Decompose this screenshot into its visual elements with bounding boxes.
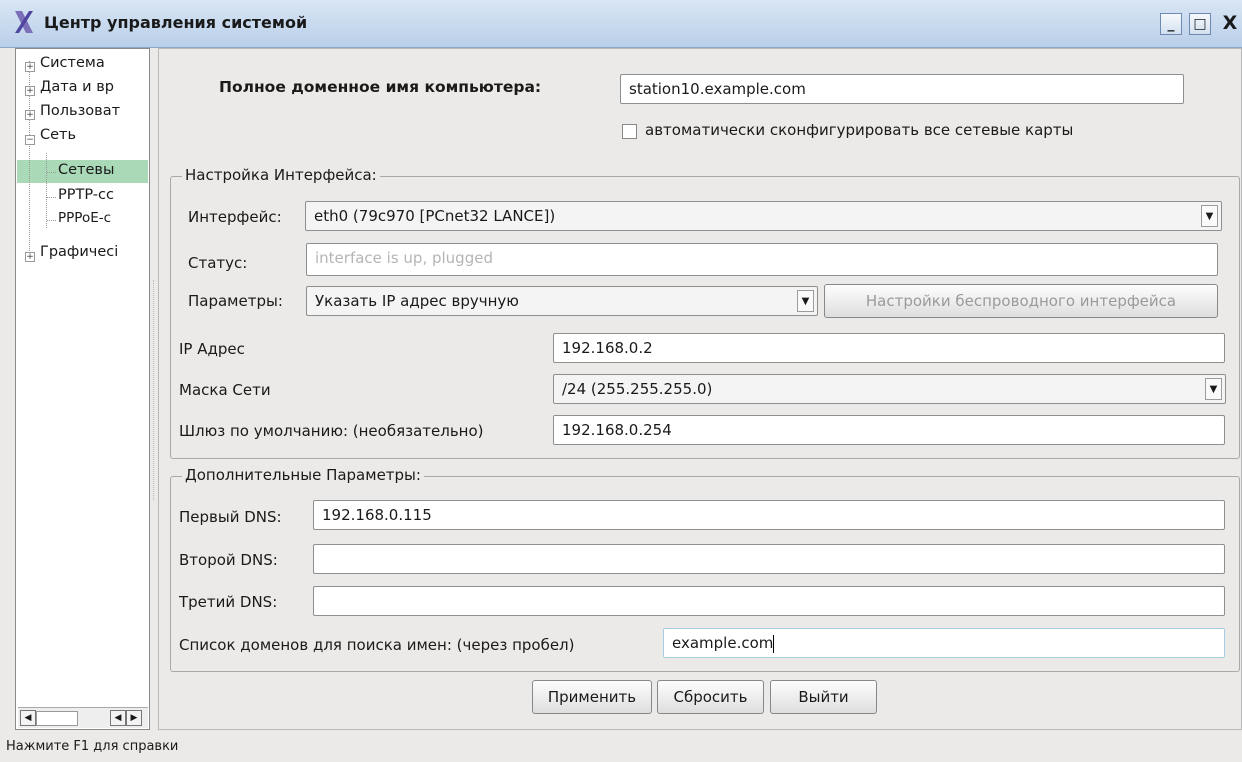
tree-item-users[interactable]: Пользоват: [40, 103, 120, 119]
tree-horizontal-scrollbar[interactable]: ◀ ◀ ▶: [18, 707, 148, 728]
ip-label: IP Адрес: [179, 340, 245, 358]
arrow-left-icon[interactable]: ◀: [20, 710, 36, 726]
minimize-button[interactable]: _: [1160, 13, 1182, 35]
mask-select-value: /24 (255.255.255.0): [562, 380, 713, 398]
text-caret: [773, 634, 775, 653]
tree-item-sistema[interactable]: Система: [40, 55, 105, 71]
tree-connector: [47, 220, 56, 221]
tree-item-date-time[interactable]: Дата и вр: [40, 79, 114, 95]
search-domains-value: example.com: [672, 634, 774, 652]
mask-select[interactable]: /24 (255.255.255.0) ▼: [553, 374, 1226, 404]
tree-item-pppoe[interactable]: PPPoE-с: [58, 210, 111, 226]
interface-label: Интерфейс:: [188, 208, 282, 226]
wireless-settings-button[interactable]: Настройки беспроводного интерфейса: [824, 284, 1218, 318]
chevron-down-icon[interactable]: ▼: [1201, 205, 1218, 227]
scroll-thumb[interactable]: [36, 711, 78, 726]
interface-select[interactable]: eth0 (79c970 [PCnet32 LANCE]) ▼: [305, 201, 1222, 231]
apply-button[interactable]: Применить: [532, 680, 652, 714]
ip-input[interactable]: 192.168.0.2: [553, 333, 1225, 363]
hostname-input[interactable]: station10.example.com: [620, 74, 1184, 104]
tree-item-network[interactable]: Сеть: [40, 127, 76, 143]
mask-label: Маска Сети: [179, 381, 271, 399]
status-field: interface is up, plugged: [306, 243, 1218, 276]
title-bar: Центр управления системой _ □ X: [0, 0, 1242, 48]
chevron-down-icon[interactable]: ▼: [1205, 378, 1222, 400]
dns1-label: Первый DNS:: [179, 508, 282, 526]
interface-group-title: Настройка Интерфейса:: [182, 166, 380, 184]
params-select-value: Указать IP адрес вручную: [315, 292, 519, 310]
reset-button[interactable]: Сбросить: [657, 680, 764, 714]
dns1-input[interactable]: 192.168.0.115: [313, 500, 1225, 530]
dns3-label: Третий DNS:: [179, 593, 278, 611]
arrow-left-icon[interactable]: ◀: [110, 710, 126, 726]
tree-connector: [47, 197, 56, 198]
tree-item-graphics[interactable]: Графичесі: [40, 244, 118, 260]
status-bar: Нажмите F1 для справки: [6, 739, 179, 754]
expand-icon[interactable]: +: [25, 110, 35, 120]
tree-connector: [47, 172, 56, 173]
tree-connector: [46, 153, 47, 228]
x-logo-icon: [15, 11, 33, 33]
search-domains-label: Список доменов для поиска имен: (через п…: [179, 636, 575, 654]
status-label: Статус:: [188, 254, 248, 272]
dns3-input[interactable]: [313, 586, 1225, 616]
tree-item-pptp[interactable]: PPTP-сс: [58, 187, 114, 203]
chevron-down-icon[interactable]: ▼: [797, 290, 814, 312]
search-domains-input[interactable]: example.com: [663, 628, 1225, 658]
extra-group-title: Дополнительные Параметры:: [182, 466, 424, 484]
dns2-label: Второй DNS:: [179, 551, 278, 569]
expand-icon[interactable]: +: [25, 86, 35, 96]
gateway-input[interactable]: 192.168.0.254: [553, 415, 1225, 445]
interface-select-value: eth0 (79c970 [PCnet32 LANCE]): [314, 207, 556, 225]
tree-item-network-interfaces[interactable]: Сетевы: [58, 162, 114, 178]
params-select[interactable]: Указать IP адрес вручную ▼: [306, 286, 818, 316]
auto-config-checkbox[interactable]: [622, 124, 637, 139]
dns2-input[interactable]: [313, 544, 1225, 574]
auto-config-label: автоматически сконфигурировать все сетев…: [645, 121, 1074, 139]
gateway-label: Шлюз по умолчанию: (необязательно): [179, 422, 484, 440]
maximize-button[interactable]: □: [1189, 13, 1211, 35]
collapse-icon[interactable]: −: [25, 135, 35, 145]
nav-tree: + Система + Дата и вр + Пользоват − Сеть…: [15, 48, 150, 730]
arrow-right-icon[interactable]: ▶: [126, 710, 142, 726]
expand-icon[interactable]: +: [25, 252, 35, 262]
close-button[interactable]: X: [1220, 13, 1240, 35]
hostname-label: Полное доменное имя компьютера:: [219, 78, 542, 96]
window-title: Центр управления системой: [44, 13, 308, 32]
params-label: Параметры:: [188, 292, 283, 310]
exit-button[interactable]: Выйти: [770, 680, 877, 714]
expand-icon[interactable]: +: [25, 62, 35, 72]
